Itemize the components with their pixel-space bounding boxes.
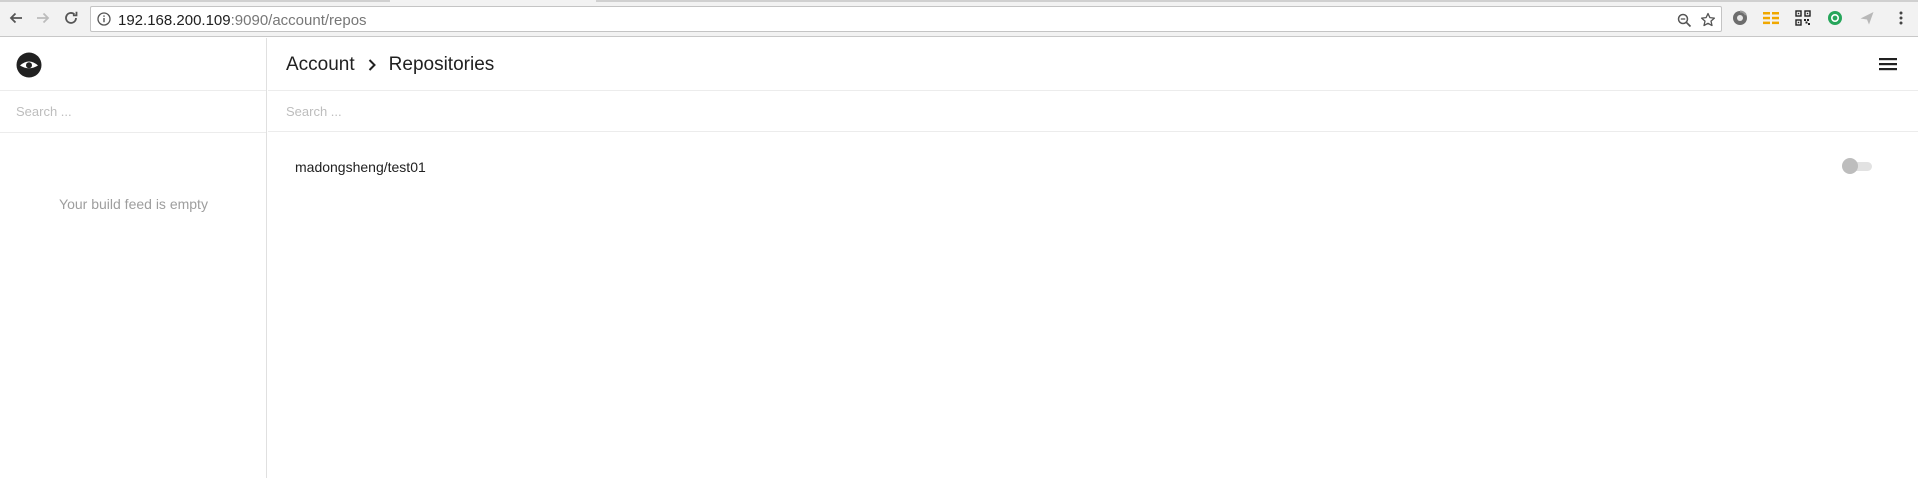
- breadcrumb-account[interactable]: Account: [286, 54, 355, 76]
- extension-qr-button[interactable]: [1793, 8, 1813, 28]
- extension-chrome-button[interactable]: [1730, 8, 1750, 28]
- repo-search: [268, 91, 1918, 132]
- browser-toolbar: 192.168.200.109:9090/account/repos: [0, 0, 1918, 37]
- address-url: 192.168.200.109:9090/account/repos: [118, 12, 367, 29]
- reload-button[interactable]: [59, 6, 83, 30]
- main-panel: Account Repositories madongsheng/test01: [268, 38, 1918, 478]
- drone-logo-icon[interactable]: [16, 52, 42, 78]
- sidebar: Your build feed is empty: [0, 38, 267, 478]
- browser-menu-button[interactable]: [1891, 8, 1911, 28]
- forward-button[interactable]: [31, 6, 55, 30]
- reload-icon: [65, 11, 78, 24]
- url-host: 192.168.200.109: [118, 12, 231, 29]
- menu-icon[interactable]: [1878, 55, 1898, 73]
- tab-strip-edge: [596, 0, 1918, 2]
- chevron-right-icon: [367, 58, 377, 72]
- breadcrumb: Account Repositories: [286, 54, 494, 76]
- paper-plane-icon: [1860, 12, 1874, 25]
- more-vert-icon: [1899, 11, 1903, 25]
- extension-grid-button[interactable]: [1761, 8, 1781, 28]
- repo-activate-toggle[interactable]: [1842, 158, 1874, 174]
- logo-bar: [0, 38, 266, 91]
- back-button[interactable]: [4, 6, 28, 30]
- repo-row[interactable]: madongsheng/test01: [268, 148, 1918, 188]
- extension-send-button[interactable]: [1857, 8, 1877, 28]
- page-header: Account Repositories: [268, 38, 1918, 91]
- repo-search-input[interactable]: [268, 91, 1918, 131]
- tab-strip-edge: [0, 0, 390, 2]
- toggle-thumb: [1842, 158, 1858, 174]
- sidebar-search: [0, 91, 266, 133]
- star-icon: [1700, 12, 1716, 27]
- url-path: :9090/account/repos: [230, 12, 367, 29]
- zoom-button[interactable]: [1675, 11, 1693, 29]
- chrome-extension-icon: [1733, 10, 1747, 25]
- arrow-right-icon: [37, 12, 50, 24]
- repo-name[interactable]: madongsheng/test01: [295, 159, 426, 175]
- breadcrumb-repositories: Repositories: [388, 54, 495, 75]
- arrow-left-icon: [9, 12, 22, 24]
- address-bar[interactable]: 192.168.200.109:9090/account/repos: [90, 6, 1722, 32]
- bookmark-button[interactable]: [1699, 11, 1717, 29]
- grid-extension-icon: [1763, 12, 1779, 25]
- app: Your build feed is empty Account Reposit…: [0, 38, 1918, 478]
- zoom-icon: [1677, 13, 1691, 27]
- qr-code-icon: [1795, 10, 1811, 26]
- empty-feed-message: Your build feed is empty: [59, 196, 208, 212]
- info-icon[interactable]: [97, 12, 111, 26]
- sidebar-search-input[interactable]: [0, 91, 266, 132]
- extension-green-button[interactable]: [1825, 8, 1845, 28]
- green-extension-icon: [1828, 11, 1842, 25]
